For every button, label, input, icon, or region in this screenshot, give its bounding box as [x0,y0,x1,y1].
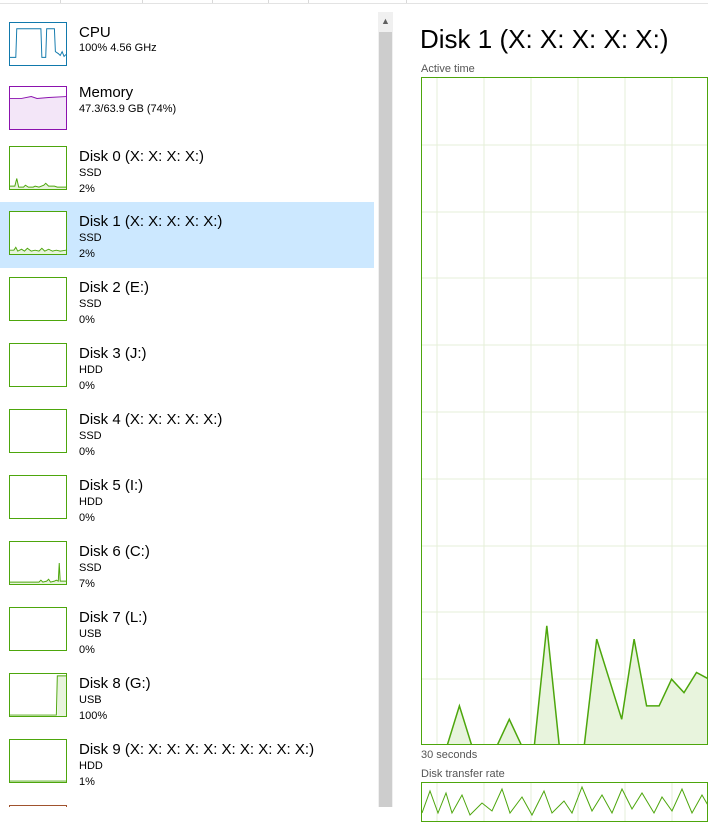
sidebar-item-disk-7[interactable]: Disk 7 (L:) USB 0% [0,598,374,664]
sidebar-item-label: Disk 0 (X: X: X: X:) [79,148,205,165]
sidebar-item-disk-9[interactable]: Disk 9 (X: X: X: X: X: X: X: X: X: X:) H… [0,730,374,796]
sidebar-item-usage: 0% [79,380,95,392]
sidebar-item-disk-6[interactable]: Disk 6 (C:) SSD 7% [0,532,374,598]
sidebar-item-usage: 1% [79,776,95,788]
sidebar-item-type: SSD [79,167,102,179]
sidebar-item-usage: 0% [79,314,95,326]
sidebar-item-disk-8[interactable]: Disk 8 (G:) USB 100% [0,664,374,730]
transfer-rate-graph [421,782,708,822]
disk-mini-graph [9,607,67,651]
page-title: Disk 1 (X: X: X: X: X:) [420,24,669,54]
sidebar-item-label: Disk 2 (E:) [79,279,150,296]
sidebar-item-usage: 0% [79,446,95,458]
disk-mini-graph [9,146,67,190]
sidebar-scrollbar[interactable]: ▲ [378,12,393,807]
sidebar-item-label: Disk 9 (X: X: X: X: X: X: X: X: X: X:) [79,741,315,758]
sidebar-item-usage: 7% [79,578,95,590]
sidebar-item-disk-1[interactable]: Disk 1 (X: X: X: X: X:) SSD 2% [0,202,374,268]
sidebar-item-disk-4[interactable]: Disk 4 (X: X: X: X: X:) SSD 0% [0,400,374,466]
sidebar-item-type: SSD [79,562,102,574]
sidebar-item-disk-5[interactable]: Disk 5 (I:) HDD 0% [0,466,374,532]
disk-mini-graph [9,211,67,255]
sidebar-item-type: HDD [79,496,103,508]
disk-detail-pane: Disk 1 (X: X: X: X: X:) Active time 30 s… [393,4,708,822]
sidebar-item-usage: 100% [79,710,108,722]
sidebar-item-label: Disk 6 (C:) [79,543,150,560]
sidebar-item-disk-0[interactable]: Disk 0 (X: X: X: X:) SSD 2% [0,132,374,198]
sidebar-item-usage: 0% [79,644,95,656]
cpu-mini-graph [9,22,67,66]
sidebar-item-partial[interactable] [0,796,374,807]
sidebar-item-usage: 2% [79,183,95,195]
scrollbar-thumb[interactable] [379,32,392,807]
sidebar-item-type: SSD [79,232,102,244]
sidebar-item-type: SSD [79,430,102,442]
sidebar-item-detail: 47.3/63.9 GB (74%) [79,103,177,115]
sidebar-item-usage: 0% [79,512,95,524]
memory-mini-graph [9,86,67,130]
disk-mini-graph [9,343,67,387]
disk-mini-graph [9,673,67,717]
sidebar-item-cpu[interactable]: CPU 100% 4.56 GHz [0,4,374,66]
disk-mini-graph [9,409,67,453]
disk-mini-graph [9,541,67,585]
sidebar-item-label: Disk 8 (G:) [79,675,151,692]
sidebar-item-label: Memory [79,84,134,101]
sidebar-item-usage: 2% [79,248,95,260]
sidebar-item-type: HDD [79,760,103,772]
sidebar-item-type: HDD [79,364,103,376]
time-span-label: 30 seconds [421,749,478,761]
sidebar-item-label: Disk 3 (J:) [79,345,147,362]
sidebar-item-type: USB [79,628,102,640]
sidebar-item-detail: 100% 4.56 GHz [79,42,157,54]
scroll-up-arrow-icon[interactable]: ▲ [378,12,393,30]
active-time-label: Active time [421,63,475,75]
active-time-area [447,625,707,744]
sidebar-item-type: USB [79,694,102,706]
sidebar-item-label: Disk 5 (I:) [79,477,144,494]
sidebar-item-label: Disk 7 (L:) [79,609,148,626]
sidebar-item-disk-3[interactable]: Disk 3 (J:) HDD 0% [0,334,374,400]
active-time-graph [421,77,708,745]
active-time-chart [422,78,707,744]
performance-sidebar: CPU 100% 4.56 GHz Memory 47.3/63.9 GB (7… [0,4,378,807]
disk-mini-graph [9,277,67,321]
sidebar-item-disk-2[interactable]: Disk 2 (E:) SSD 0% [0,268,374,334]
disk-mini-graph [9,475,67,519]
sidebar-item-memory[interactable]: Memory 47.3/63.9 GB (74%) [0,66,374,132]
transfer-rate-label: Disk transfer rate [421,768,505,780]
disk-mini-graph [9,739,67,783]
sidebar-item-type: SSD [79,298,102,310]
sidebar-item-label: CPU [79,24,111,41]
sidebar-item-label: Disk 4 (X: X: X: X: X:) [79,411,223,428]
sidebar-item-label: Disk 1 (X: X: X: X: X:) [79,213,223,230]
